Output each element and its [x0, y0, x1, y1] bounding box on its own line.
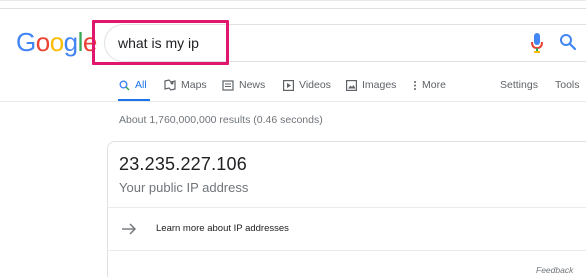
- feedback-link[interactable]: Feedback: [536, 265, 573, 275]
- tabs-divider: [0, 101, 586, 102]
- tools-link[interactable]: Tools: [555, 79, 580, 91]
- search-highlight-box: [92, 20, 229, 65]
- tab-videos[interactable]: Videos: [283, 79, 331, 91]
- ip-address: 23.235.227.106: [119, 154, 247, 174]
- tab-all[interactable]: All: [119, 79, 147, 91]
- tab-label: News: [239, 79, 266, 91]
- tab-label: More: [422, 79, 446, 91]
- tab-images[interactable]: Images: [346, 79, 396, 91]
- logo-letter: o: [49, 27, 64, 57]
- map-icon: [164, 79, 176, 91]
- tab-label: Maps: [181, 79, 207, 91]
- learn-more-link[interactable]: Learn more about IP addresses: [107, 208, 586, 250]
- mic-icon[interactable]: [530, 32, 544, 54]
- header-separator: [0, 8, 586, 9]
- tab-label: Videos: [299, 79, 331, 91]
- image-icon: [346, 79, 357, 91]
- settings-label: Settings: [500, 79, 538, 91]
- tab-maps[interactable]: Maps: [164, 79, 207, 91]
- tab-news[interactable]: News: [222, 79, 265, 91]
- google-logo[interactable]: Google: [16, 27, 97, 57]
- more-vert-icon: [414, 80, 416, 90]
- tab-label: Images: [362, 79, 397, 91]
- tab-more[interactable]: More: [413, 79, 446, 91]
- tools-label: Tools: [555, 79, 580, 91]
- top-border: [0, 0, 586, 1]
- arrow-right-icon: [122, 223, 136, 235]
- card-divider: [107, 250, 586, 251]
- logo-letter: o: [35, 27, 50, 57]
- result-stats: About 1,760,000,000 results (0.46 second…: [119, 114, 323, 126]
- tab-label: All: [135, 79, 147, 91]
- learn-more-label: Learn more about IP addresses: [156, 223, 289, 234]
- logo-letter: g: [63, 27, 78, 57]
- play-icon: [283, 79, 294, 91]
- ip-subtitle: Your public IP address: [119, 180, 249, 195]
- news-icon: [222, 79, 234, 91]
- search-icon[interactable]: [559, 33, 577, 51]
- search-icon: [119, 80, 130, 91]
- logo-letter: G: [16, 27, 36, 57]
- search-tabs: All Maps News Videos Images More Setting…: [0, 72, 586, 102]
- settings-link[interactable]: Settings: [500, 79, 538, 91]
